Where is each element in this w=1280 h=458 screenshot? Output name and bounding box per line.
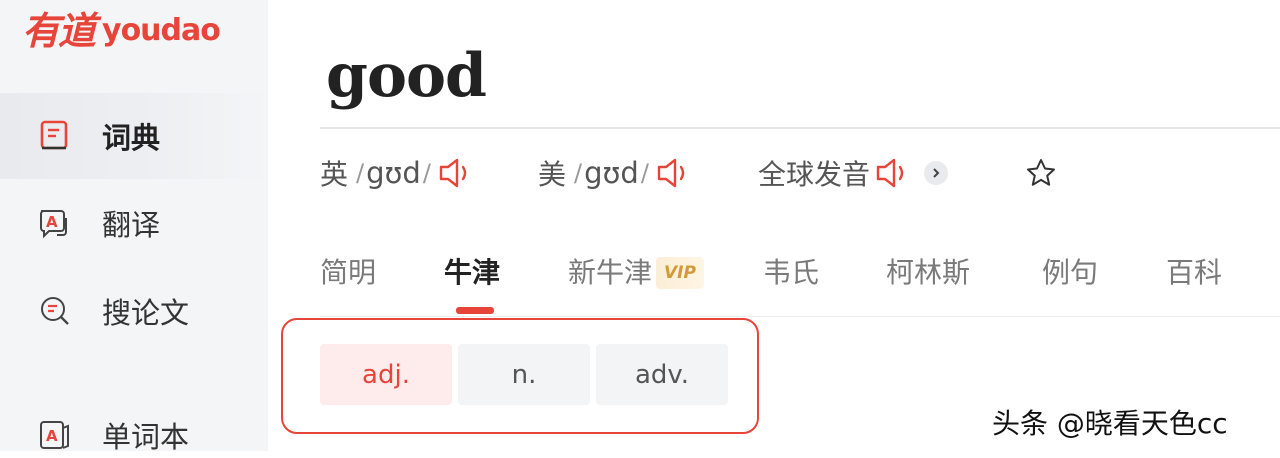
tab-oxford[interactable]: 牛津	[444, 250, 500, 296]
svg-text:A: A	[46, 427, 58, 445]
headword: good	[326, 41, 487, 111]
region-label: 英	[320, 158, 349, 191]
dictionary-tabs: 简明 牛津 新牛津 VIP 韦氏 柯林斯 例句 百科	[320, 250, 1280, 300]
tab-label: 新牛津	[568, 256, 653, 289]
speaker-icon[interactable]	[874, 156, 912, 190]
pronunciation-us: 美 / gʊd /	[538, 148, 693, 198]
slash: /	[574, 159, 583, 187]
global-pronunciation[interactable]: 全球发音	[758, 148, 949, 198]
star-favorite-icon[interactable]	[1024, 156, 1058, 190]
pos-tab-adj[interactable]: adj.	[320, 344, 452, 405]
wordbook-icon: A	[40, 421, 69, 449]
dictionary-icon	[40, 120, 68, 150]
global-pron-label: 全球发音	[758, 158, 871, 191]
pronunciation-row: 英 / gʊd / 美 / gʊd / 全球发音	[320, 148, 1280, 198]
sidebar-item-label: 搜论文	[102, 296, 190, 330]
region-label: 美	[538, 158, 567, 191]
sidebar: 有道 youdao 词典 A 翻译 搜论文 A 单词本	[0, 0, 268, 454]
tab-webster[interactable]: 韦氏	[763, 250, 819, 296]
svg-text:A: A	[46, 213, 58, 231]
slash: /	[356, 159, 365, 187]
sidebar-item-translate[interactable]: A 翻译	[0, 200, 268, 246]
tab-new-oxford[interactable]: 新牛津 VIP	[568, 250, 704, 296]
chevron-right-icon[interactable]	[924, 161, 949, 185]
ipa-text: gʊd	[366, 156, 421, 190]
divider	[320, 127, 1280, 129]
speaker-icon[interactable]	[655, 156, 693, 190]
sidebar-item-wordbook[interactable]: A 单词本	[0, 412, 268, 458]
pos-tab-noun[interactable]: n.	[458, 344, 590, 405]
vip-badge: VIP	[656, 257, 704, 289]
tab-collins[interactable]: 柯林斯	[886, 250, 970, 296]
logo-cn-text: 有道	[22, 9, 96, 53]
active-tab-indicator	[456, 307, 494, 314]
youdao-logo[interactable]: 有道 youdao	[22, 8, 221, 54]
sidebar-item-label: 翻译	[102, 208, 161, 242]
tab-jianming[interactable]: 简明	[320, 250, 376, 296]
sidebar-item-label: 词典	[102, 121, 161, 155]
sidebar-item-dictionary[interactable]: 词典	[0, 93, 268, 179]
sidebar-item-label: 单词本	[102, 420, 190, 454]
translate-icon: A	[40, 210, 67, 239]
speaker-icon[interactable]	[437, 156, 475, 190]
slash: /	[422, 159, 431, 187]
slash: /	[640, 159, 649, 187]
sidebar-item-paper-search[interactable]: 搜论文	[0, 288, 268, 334]
tab-encyclopedia[interactable]: 百科	[1166, 250, 1222, 296]
pronunciation-uk: 英 / gʊd /	[320, 148, 475, 198]
watermark: 头条 @晓看天色cc	[992, 407, 1228, 440]
logo-en-text: youdao	[102, 13, 221, 48]
tab-examples[interactable]: 例句	[1042, 250, 1098, 296]
paper-search-icon	[41, 297, 69, 325]
ipa-text: gʊd	[584, 156, 639, 190]
pos-tab-adv[interactable]: adv.	[596, 344, 728, 405]
tabs-divider	[320, 316, 1280, 317]
